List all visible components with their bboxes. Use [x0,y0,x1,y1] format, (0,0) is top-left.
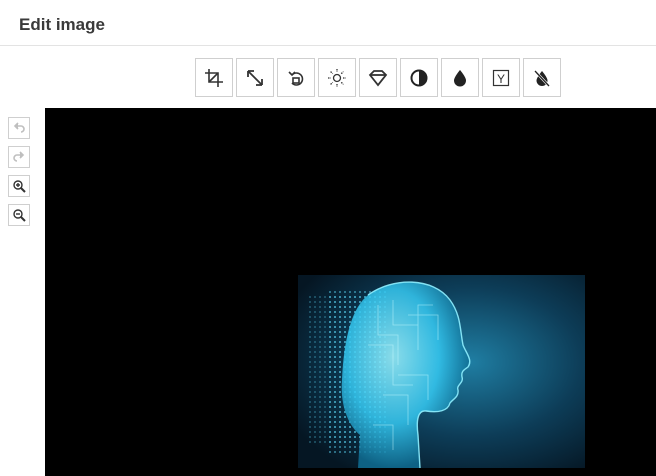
zoom-in-icon [13,180,26,193]
page-title: Edit image [19,15,105,34]
redo-button[interactable] [8,146,30,168]
rotate-icon [288,70,304,86]
gamma-button[interactable]: Y [482,58,520,97]
undo-icon [13,122,25,133]
image-canvas[interactable] [45,108,656,476]
invert-button[interactable] [523,58,561,97]
color-button[interactable] [441,58,479,97]
half-circle-icon [410,69,428,86]
contrast-button[interactable] [400,58,438,97]
crop-icon [205,68,223,87]
zoom-out-button[interactable] [8,204,30,226]
redo-icon [13,151,25,162]
undo-button[interactable] [8,117,30,139]
resize-button[interactable] [236,58,274,97]
ai-head-image [298,275,585,468]
rotate-button[interactable] [277,58,315,97]
resize-arrows-icon [247,69,263,86]
zoom-out-icon [13,209,26,222]
diamond-icon [368,69,388,86]
drop-icon [454,69,466,86]
sharpen-button[interactable] [359,58,397,97]
crop-button[interactable] [195,58,233,97]
gamma-glyph: Y [497,72,505,86]
drop-slash-icon [534,69,550,87]
brightness-button[interactable] [318,58,356,97]
header-divider [0,45,656,46]
gamma-icon: Y [492,69,510,86]
side-controls [8,117,30,226]
zoom-in-button[interactable] [8,175,30,197]
sun-icon [328,68,346,87]
edit-toolbar: Y [195,58,561,97]
